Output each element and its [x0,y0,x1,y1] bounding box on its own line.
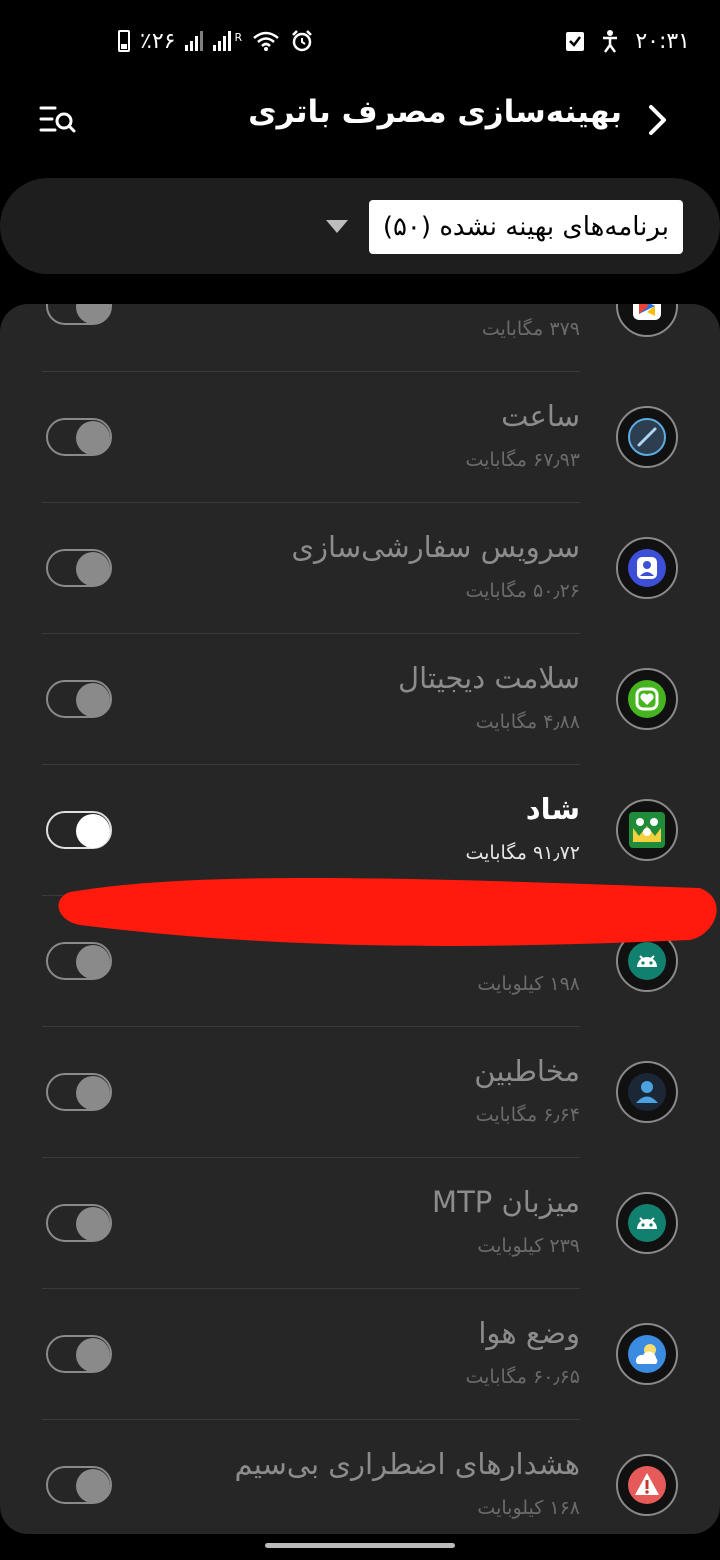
redaction-mark [58,877,717,946]
home-indicator[interactable] [265,1543,455,1548]
red-scribble [58,877,717,946]
